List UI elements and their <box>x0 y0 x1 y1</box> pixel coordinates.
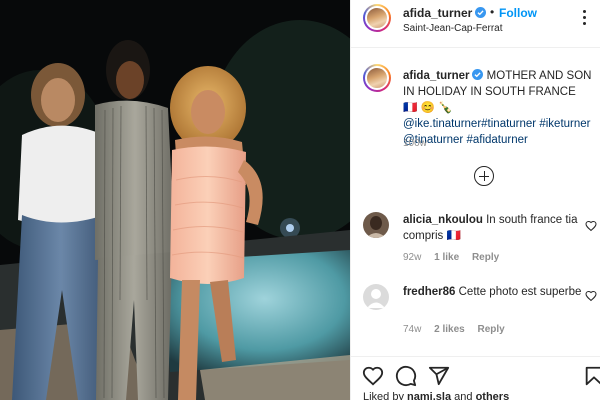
post-photo[interactable] <box>0 0 350 400</box>
post-header: afida_turner • Follow Saint-Jean-Cap-Fer… <box>351 0 600 48</box>
post-caption: afida_turner MOTHER AND SON IN HOLIDAY I… <box>403 68 593 148</box>
more-options-icon[interactable] <box>583 10 587 26</box>
comment-username[interactable]: fredher86 <box>403 286 455 298</box>
author-avatar[interactable] <box>363 4 391 32</box>
commenter-avatar[interactable] <box>363 212 389 238</box>
header-separator: • <box>490 5 495 19</box>
follow-button[interactable]: Follow <box>499 6 537 20</box>
commenter-avatar[interactable] <box>363 284 389 310</box>
comment-meta: 92w 1 like Reply <box>403 252 509 263</box>
comment-time[interactable]: 74w <box>403 324 421 335</box>
comment-likes[interactable]: 2 likes <box>434 324 465 335</box>
caption-tag[interactable]: #afidaturner <box>466 134 527 146</box>
heart-icon[interactable] <box>585 290 597 302</box>
caption-tag[interactable]: #iketurner <box>539 118 590 130</box>
liked-by-others[interactable]: others <box>476 391 510 400</box>
caption-tag[interactable]: @ike.tinaturner <box>403 118 481 130</box>
author-username-row[interactable]: afida_turner <box>403 6 487 20</box>
caption-emoji: 🇫🇷 😊 🍾 <box>403 102 453 114</box>
reply-button[interactable]: Reply <box>472 252 499 263</box>
comment-likes[interactable]: 1 like <box>434 252 459 263</box>
liked-by-and: and <box>454 391 473 400</box>
comment-emoji: 🇫🇷 <box>446 230 461 242</box>
comment-meta: 74w 2 likes Reply <box>403 324 515 335</box>
comment-body: alicia_nkoulou In south france tia compr… <box>403 212 583 244</box>
verified-icon <box>475 7 487 18</box>
caption-username[interactable]: afida_turner <box>403 70 469 82</box>
share-icon[interactable] <box>428 365 450 387</box>
comment-time[interactable]: 92w <box>403 252 421 263</box>
author-username[interactable]: afida_turner <box>403 6 472 20</box>
comment-body: fredher86 Cette photo est superbe <box>403 284 583 300</box>
liked-by-user[interactable]: nami.sla <box>407 391 451 400</box>
heart-icon[interactable] <box>585 220 597 232</box>
post-side-panel: afida_turner • Follow Saint-Jean-Cap-Fer… <box>350 0 600 400</box>
caption-tag[interactable]: #tinaturner <box>481 118 536 130</box>
comment-icon[interactable] <box>395 365 417 387</box>
load-more-comments-icon[interactable] <box>474 166 494 186</box>
liked-by-summary[interactable]: Liked by nami.sla and others <box>363 391 509 400</box>
comment-text: Cette photo est superbe <box>458 286 582 298</box>
heart-icon[interactable] <box>362 365 384 387</box>
save-icon[interactable] <box>583 365 600 387</box>
photo-scene <box>0 0 350 400</box>
caption-avatar[interactable] <box>363 64 391 92</box>
liked-by-prefix: Liked by <box>363 391 404 400</box>
verified-icon <box>472 69 484 80</box>
post-location[interactable]: Saint-Jean-Cap-Ferrat <box>403 23 502 34</box>
reply-button[interactable]: Reply <box>478 324 505 335</box>
caption-timestamp[interactable]: 100w <box>403 138 427 149</box>
comment-username[interactable]: alicia_nkoulou <box>403 214 483 226</box>
